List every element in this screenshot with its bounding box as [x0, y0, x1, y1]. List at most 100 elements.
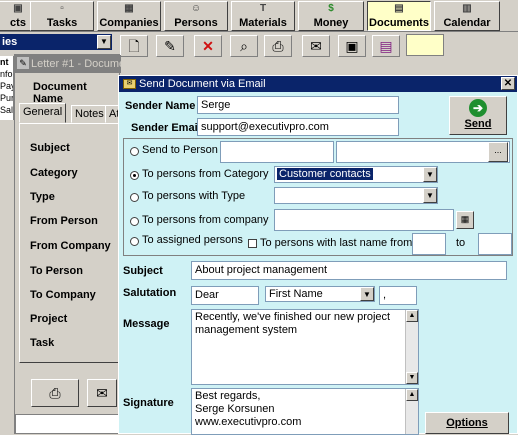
- radio-label-send-to-person: Send to Person: [142, 144, 218, 156]
- print-icon[interactable]: ⎙: [264, 35, 292, 57]
- dialog-title: Send Document via Email: [139, 78, 266, 90]
- nav-materials[interactable]: T Materials: [231, 1, 295, 31]
- last-name-from-input[interactable]: [412, 233, 446, 255]
- materials-icon: T: [259, 3, 267, 14]
- edit-icon[interactable]: ✎: [156, 35, 184, 57]
- sender-email-input[interactable]: support@executivpro.com: [197, 118, 399, 136]
- salutation-name-value: First Name: [269, 288, 323, 300]
- arrow-right-icon: ➔: [469, 99, 487, 117]
- subject-label: Subject: [123, 265, 163, 277]
- nav-documents[interactable]: ▤ Documents: [367, 1, 431, 31]
- salutation-punct-input[interactable]: ,: [379, 286, 417, 305]
- subject-input[interactable]: About project management: [191, 261, 507, 280]
- document-list[interactable]: nt nfor Pay Purc Sale: [0, 56, 14, 120]
- category-select[interactable]: Customer contacts ▼: [274, 166, 438, 183]
- radio-send-to-person[interactable]: [130, 147, 139, 156]
- radio-assigned[interactable]: [130, 237, 139, 246]
- delete-icon[interactable]: ✕: [194, 35, 222, 57]
- print-button[interactable]: ⎙: [31, 379, 79, 407]
- salutation-input[interactable]: Dear: [191, 286, 259, 305]
- sender-name-label: Sender Name: [125, 100, 196, 112]
- new-document-icon[interactable]: 🗋: [120, 35, 148, 57]
- person-field[interactable]: [220, 141, 334, 163]
- email-icon[interactable]: ✉: [302, 35, 330, 57]
- nav-persons[interactable]: ☺ Persons: [164, 1, 228, 31]
- chevron-down-icon[interactable]: ▼: [360, 287, 374, 301]
- scroll-up-icon[interactable]: ▲: [406, 389, 418, 401]
- message-textarea[interactable]: Recently, we've finished our new project…: [191, 309, 419, 385]
- email-icon: ✉: [96, 385, 108, 401]
- signature-line: Serge Korsunen: [195, 403, 275, 415]
- field-label-from-person: From Person: [30, 215, 98, 227]
- radio-label-from-company: To persons from company: [142, 214, 269, 226]
- last-name-checkbox[interactable]: [248, 239, 257, 248]
- combo-value: ies: [2, 36, 18, 48]
- send-label: Send: [464, 118, 492, 130]
- send-button[interactable]: ➔ Send: [449, 96, 507, 135]
- nav-money[interactable]: $ Money: [298, 1, 364, 31]
- tab-notes[interactable]: Notes: [71, 105, 108, 123]
- company-field[interactable]: [274, 209, 454, 231]
- nav-label: Persons: [174, 17, 218, 29]
- tasks-icon: ▫: [60, 3, 64, 14]
- sender-name-input[interactable]: Serge: [197, 96, 399, 114]
- message-text: Recently, we've finished our new project…: [195, 311, 391, 336]
- send-email-dialog: ✉ Send Document via Email ✕ Sender Name …: [118, 75, 518, 435]
- documents-icon: ▤: [394, 3, 404, 14]
- letter-title-text: Letter #1 - Document: [31, 58, 121, 70]
- scroll-down-icon[interactable]: ▼: [406, 372, 418, 384]
- email-button[interactable]: ✉: [87, 379, 117, 407]
- list-item[interactable]: nt: [0, 56, 13, 68]
- nav-calendar[interactable]: ▥ Calendar: [434, 1, 500, 31]
- signature-label: Signature: [123, 397, 174, 409]
- salutation-name-select[interactable]: First Name ▼: [265, 286, 375, 302]
- close-icon[interactable]: ✕: [501, 77, 515, 90]
- nav-label: Tasks: [46, 17, 78, 29]
- library-icon[interactable]: ▤: [372, 35, 400, 57]
- list-item[interactable]: Sale: [0, 104, 13, 116]
- radio-label-with-type: To persons with Type: [142, 190, 246, 202]
- message-scrollbar[interactable]: ▲ ▼: [405, 310, 418, 384]
- signature-line: Best regards,: [195, 390, 261, 402]
- signature-line: www.executivpro.com: [195, 416, 302, 428]
- radio-from-company[interactable]: [130, 217, 139, 226]
- radio-with-type[interactable]: [130, 193, 139, 202]
- options-button[interactable]: Options: [425, 412, 509, 434]
- category-combo[interactable]: ies ▼: [0, 34, 112, 50]
- sender-email-label: Sender Email: [131, 122, 201, 134]
- properties-icon[interactable]: ▣: [338, 35, 366, 57]
- recipients-group: Send to Person ... To persons from Categ…: [123, 138, 513, 256]
- field-label-to-company: To Company: [30, 289, 96, 301]
- radio-from-category[interactable]: [130, 171, 139, 180]
- chevron-down-icon[interactable]: ▼: [97, 35, 111, 49]
- type-select[interactable]: ▼: [274, 187, 438, 204]
- signature-scrollbar[interactable]: ▲: [405, 389, 418, 434]
- calendar-icon: ▥: [462, 3, 472, 14]
- salutation-label: Salutation: [123, 287, 177, 299]
- scroll-up-icon[interactable]: ▲: [406, 310, 418, 322]
- field-label-project: Project: [30, 313, 68, 325]
- last-name-label: To persons with last name from: [260, 237, 413, 249]
- field-label-type: Type: [30, 191, 55, 203]
- nav-companies[interactable]: ▦ Companies: [97, 1, 161, 31]
- chevron-down-icon[interactable]: ▼: [423, 167, 437, 182]
- money-icon: $: [328, 3, 334, 14]
- chevron-down-icon[interactable]: ▼: [423, 188, 437, 203]
- tab-general[interactable]: General: [19, 103, 67, 123]
- grid-icon[interactable]: ▦: [456, 211, 474, 229]
- person-name-field[interactable]: [336, 141, 510, 163]
- radio-label-assigned: To assigned persons: [142, 234, 243, 246]
- message-label: Message: [123, 318, 170, 330]
- search-icon[interactable]: ⌕: [230, 35, 258, 57]
- letter-fields: Subject Category Type From Person From C…: [19, 123, 121, 363]
- signature-textarea[interactable]: Best regards, Serge Korsunen www.executi…: [191, 388, 419, 435]
- status-field: [15, 414, 121, 434]
- last-name-to-input[interactable]: [478, 233, 512, 255]
- list-item[interactable]: nfor: [0, 68, 13, 80]
- list-item[interactable]: Purc: [0, 92, 13, 104]
- browse-person-button[interactable]: ...: [488, 142, 508, 162]
- list-item[interactable]: Pay: [0, 80, 13, 92]
- category-value: Customer contacts: [277, 168, 373, 180]
- nav-tasks[interactable]: ▫ Tasks: [30, 1, 94, 31]
- nav-label: Companies: [99, 17, 159, 29]
